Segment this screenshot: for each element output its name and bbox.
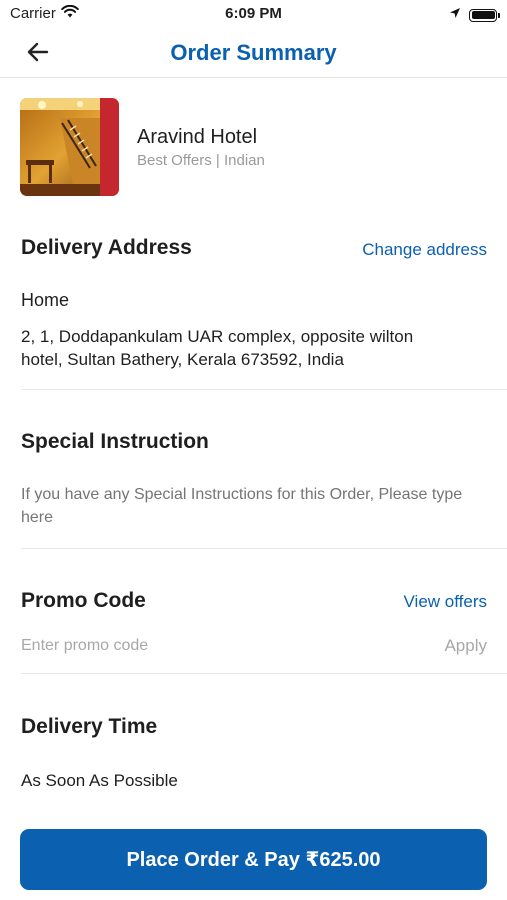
change-address-link[interactable]: Change address bbox=[362, 240, 487, 260]
promo-code-title: Promo Code bbox=[21, 589, 146, 612]
page-title: Order Summary bbox=[170, 40, 337, 65]
delivery-address-title: Delivery Address bbox=[21, 236, 192, 259]
special-instruction-input[interactable] bbox=[21, 483, 489, 531]
battery-icon bbox=[469, 8, 500, 22]
view-offers-link[interactable]: View offers bbox=[404, 592, 487, 612]
delivery-time-value: As Soon As Possible bbox=[21, 771, 178, 790]
status-right bbox=[449, 6, 500, 24]
address-line-2: hotel, Sultan Bathery, Kerala 673592, In… bbox=[21, 350, 344, 369]
address-line-1: 2, 1, Doddapankulam UAR complex, opposit… bbox=[21, 327, 414, 346]
promo-code-input[interactable]: Enter promo code bbox=[21, 634, 148, 657]
special-instruction-title: Special Instruction bbox=[21, 430, 209, 453]
restaurant-image bbox=[20, 98, 119, 196]
place-order-label: Place Order & Pay ₹625.00 bbox=[126, 849, 381, 871]
apply-button[interactable]: Apply bbox=[444, 636, 487, 656]
place-order-button[interactable]: Place Order & Pay ₹625.00 bbox=[20, 829, 487, 890]
location-arrow-icon bbox=[449, 6, 461, 24]
divider bbox=[21, 673, 507, 674]
status-bar: Carrier 6:09 PM bbox=[0, 0, 507, 30]
address-label: Home bbox=[21, 290, 70, 310]
restaurant-meta: Best Offers | Indian bbox=[137, 152, 265, 169]
divider bbox=[21, 548, 507, 549]
delivery-time-title: Delivery Time bbox=[21, 715, 158, 738]
divider bbox=[21, 389, 507, 390]
status-time: 6:09 PM bbox=[225, 5, 282, 22]
nav-bar: Order Summary bbox=[0, 30, 507, 78]
restaurant-name: Aravind Hotel bbox=[137, 126, 258, 148]
